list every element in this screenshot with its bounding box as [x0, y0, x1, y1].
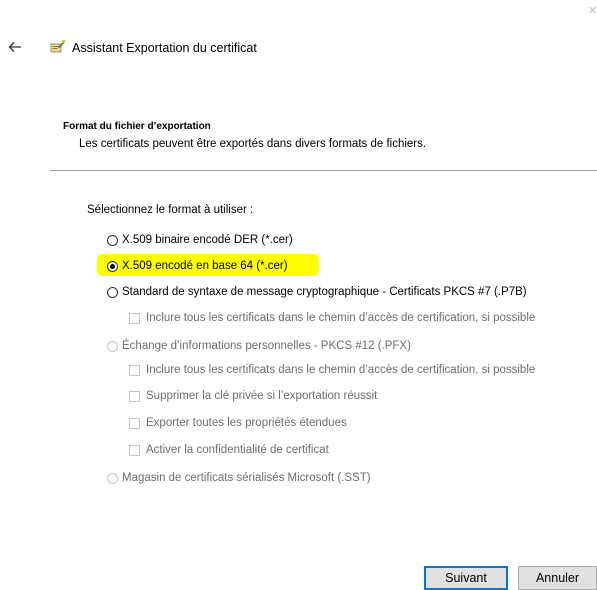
section-title: Format du fichier d’exportation — [63, 121, 211, 132]
checkbox-pfx-export-extended[interactable]: Exporter toutes les propriétés étendues — [129, 414, 347, 432]
checkbox[interactable] — [129, 444, 140, 456]
radio-base64-label: X.509 encodé en base 64 (*.cer) — [122, 259, 288, 272]
certificate-wizard-icon — [50, 39, 66, 53]
checkbox-pfx-privacy[interactable]: Activer la confidentialité de certificat — [129, 441, 329, 459]
next-button[interactable]: Suivant — [424, 566, 508, 590]
radio-sst-label: Magasin de certificats sérialisés Micros… — [122, 471, 371, 484]
checkbox[interactable] — [129, 364, 140, 376]
radio-button-selected[interactable] — [107, 260, 118, 272]
checkbox-pfx-delete-key[interactable]: Supprimer la clé privée si l’exportation… — [129, 387, 377, 405]
checkbox-pkcs7-include-all-label: Inclure tous les certificats dans le che… — [146, 311, 536, 324]
checkbox-pfx-delete-key-label: Supprimer la clé privée si l’exportation… — [146, 389, 378, 402]
radio-der-label: X.509 binaire encodé DER (*.cer) — [122, 233, 293, 246]
radio-button[interactable] — [107, 286, 118, 298]
radio-button[interactable] — [107, 340, 118, 352]
checkbox[interactable] — [129, 312, 140, 324]
radio-base64[interactable]: X.509 encodé en base 64 (*.cer) — [107, 257, 288, 275]
radio-der[interactable]: X.509 binaire encodé DER (*.cer) — [107, 231, 293, 249]
section-description: Les certificats peuvent être exportés da… — [79, 138, 427, 150]
checkbox-pfx-privacy-label: Activer la confidentialité de certificat — [146, 443, 329, 456]
back-arrow-icon[interactable] — [8, 40, 22, 54]
checkbox[interactable] — [129, 417, 140, 429]
checkbox-pkcs7-include-all[interactable]: Inclure tous les certificats dans le che… — [129, 309, 535, 327]
checkbox-pfx-include-all[interactable]: Inclure tous les certificats dans le che… — [129, 361, 535, 379]
radio-pkcs7-label: Standard de syntaxe de message cryptogra… — [122, 285, 527, 298]
close-icon[interactable]: ✕ — [588, 4, 597, 18]
checkbox-pfx-include-all-label: Inclure tous les certificats dans le che… — [146, 363, 536, 376]
header-divider — [50, 170, 597, 171]
format-prompt: Sélectionnez le format à utiliser : — [87, 204, 254, 216]
wizard-title: Assistant Exportation du certificat — [72, 41, 257, 55]
checkbox[interactable] — [129, 390, 140, 402]
checkbox-pfx-export-extended-label: Exporter toutes les propriétés étendues — [146, 416, 347, 429]
radio-button[interactable] — [107, 472, 118, 484]
radio-pkcs7[interactable]: Standard de syntaxe de message cryptogra… — [107, 283, 527, 301]
radio-pfx[interactable]: Échange d’informations personnelles - PK… — [107, 337, 411, 355]
radio-pfx-label: Échange d’informations personnelles - PK… — [122, 339, 411, 352]
radio-sst[interactable]: Magasin de certificats sérialisés Micros… — [107, 469, 371, 487]
cancel-button[interactable]: Annuler — [518, 566, 597, 590]
radio-button[interactable] — [107, 234, 118, 246]
